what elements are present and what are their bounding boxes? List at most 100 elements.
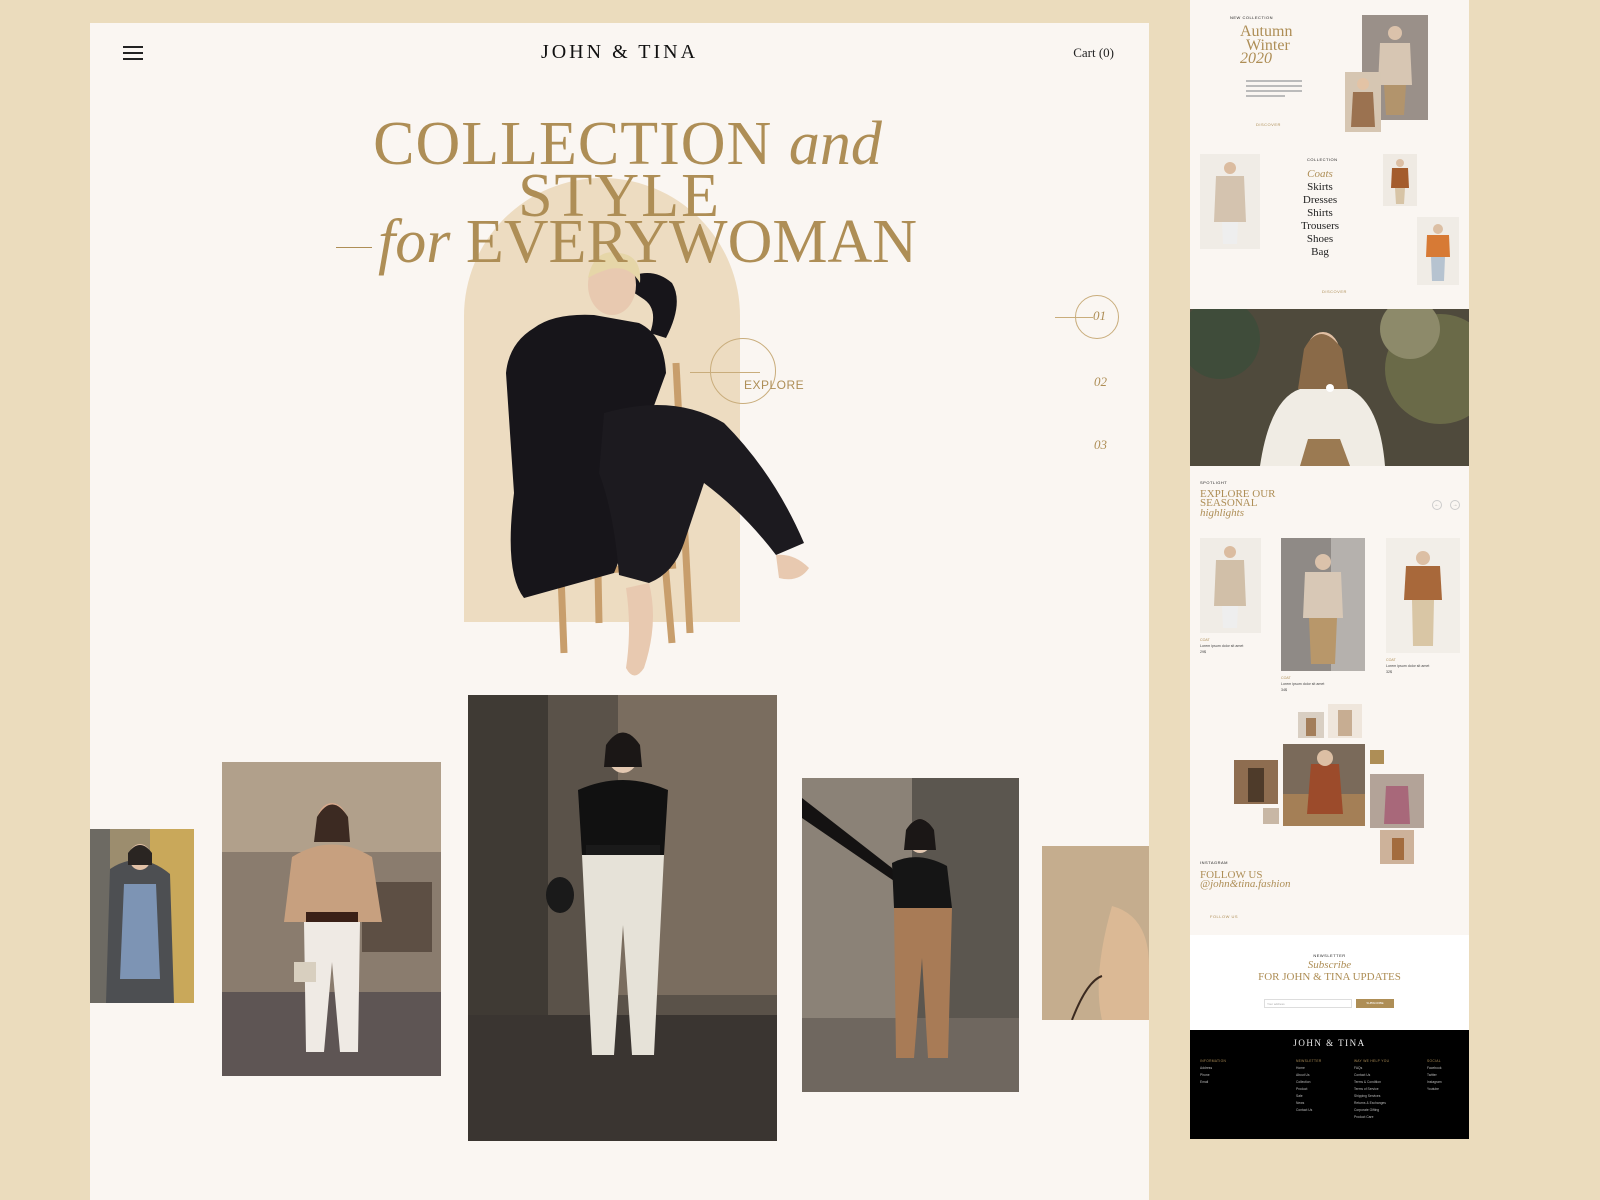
product-price: 32$: [1386, 670, 1392, 674]
prev-arrow-icon[interactable]: ←: [1432, 500, 1442, 510]
title-dash-decoration: [335, 247, 372, 249]
facebook-link[interactable]: Facebook: [1427, 1065, 1442, 1072]
cart-link[interactable]: Cart (0): [1073, 45, 1114, 61]
footer-link[interactable]: Returns & Exchanges: [1354, 1100, 1389, 1107]
spotlight-title: EXPLORE OUR SEASONAL highlights: [1200, 488, 1275, 519]
footer-heading: NEWSLETTER: [1296, 1059, 1322, 1063]
footer-logo[interactable]: JOHN & TINA: [1190, 1038, 1469, 1048]
instagram-tile[interactable]: [1234, 760, 1278, 804]
autumn-winter-title: Autumn Winter 2020: [1240, 24, 1292, 68]
preview-photo-orange-puffer: [1417, 217, 1459, 285]
hero-title-everywoman: EVERYWOMAN: [465, 208, 918, 276]
footer-item: Phone: [1200, 1073, 1210, 1077]
product-name: Lorem ipsum dolor sit amet: [1200, 644, 1244, 648]
next-arrow-icon[interactable]: →: [1450, 500, 1460, 510]
footer-col-social: SOCIAL Facebook Twitter Instagram Youtub…: [1427, 1058, 1442, 1093]
newsletter-section: NEWSLETTER Subscribe FOR JOHN & TINA UPD…: [1190, 935, 1469, 1030]
play-icon[interactable]: [1326, 384, 1334, 392]
spotlight-product-3[interactable]: COAT Lorem ipsum dolor sit amet 32$: [1386, 657, 1429, 675]
newsletter-email-input[interactable]: Your address: [1264, 999, 1352, 1008]
slide-number: 01: [1093, 308, 1106, 323]
instagram-tile[interactable]: [1263, 808, 1279, 824]
slide-number: 03: [1094, 437, 1107, 452]
spotlight-product-2-image[interactable]: [1281, 538, 1365, 671]
category-coats[interactable]: Coats: [1270, 168, 1370, 181]
explore-button[interactable]: EXPLORE: [690, 338, 830, 418]
spotlight-product-2[interactable]: COAT Lorem ipsum dolor sit amet 34$: [1281, 675, 1324, 693]
gallery-photo-black-top-white-pants[interactable]: [468, 695, 777, 1141]
follow-us-link[interactable]: FOLLOW US: [1210, 914, 1238, 919]
slide-nav-3[interactable]: 03: [1039, 436, 1119, 454]
new-collection-tag: NEW COLLECTION: [1230, 15, 1274, 20]
footer-link[interactable]: Product: [1296, 1086, 1322, 1093]
footer-link[interactable]: Sale: [1296, 1093, 1322, 1100]
gallery-photo-denim-dress[interactable]: [90, 829, 194, 1003]
footer-link[interactable]: Contact Us: [1296, 1107, 1322, 1114]
preview-photo-coat-boots: [1200, 154, 1260, 249]
spotlight-product-1[interactable]: COAT Lorem ipsum dolor sit amet 29$: [1200, 637, 1243, 655]
footer-link[interactable]: Product Care: [1354, 1114, 1389, 1121]
main-page: JOHN & TINA Cart (0) COLLECTION and STYL…: [90, 23, 1149, 1200]
spotlight-product-1-image[interactable]: [1200, 538, 1261, 633]
gallery-photo-camel-sweater[interactable]: [222, 762, 441, 1076]
footer-link[interactable]: Home: [1296, 1065, 1322, 1072]
discover-link[interactable]: DISCOVER: [1256, 122, 1281, 127]
category-bag[interactable]: Bag: [1270, 246, 1370, 259]
hero-title-line3: for EVERYWOMAN: [90, 211, 1149, 273]
footer-link[interactable]: News: [1296, 1100, 1322, 1107]
instagram-tile[interactable]: [1283, 744, 1365, 826]
product-name: Lorem ipsum dolor sit amet: [1386, 664, 1430, 668]
subscribe-button[interactable]: SUBSCRIBE: [1356, 999, 1394, 1008]
category-shirts[interactable]: Shirts: [1270, 207, 1370, 220]
gallery-photo-brown-trousers[interactable]: [802, 778, 1019, 1092]
footer-link[interactable]: Contact Us: [1354, 1072, 1389, 1079]
product-price: 34$: [1281, 688, 1287, 692]
collection-tag: COLLECTION: [1307, 157, 1338, 162]
explore-circle-icon: [710, 338, 776, 404]
preview-photo-brown-jacket: [1383, 154, 1417, 206]
footer-link[interactable]: Terms of Service: [1354, 1086, 1389, 1093]
gallery-photo-camel-coat-closeup[interactable]: [1042, 846, 1149, 1020]
instagram-handle[interactable]: @john&tina.fashion: [1200, 879, 1291, 890]
follow-us-title: FOLLOW US @john&tina.fashion: [1200, 869, 1291, 890]
site-logo[interactable]: JOHN & TINA: [90, 41, 1149, 64]
instagram-tile[interactable]: [1370, 774, 1424, 828]
collection-discover-link[interactable]: DISCOVER: [1322, 289, 1347, 294]
category-trousers[interactable]: Trousers: [1270, 220, 1370, 233]
spotlight-title-italic: highlights: [1200, 506, 1245, 519]
slide-nav-1[interactable]: 01: [1039, 295, 1119, 339]
youtube-link[interactable]: Youtube: [1427, 1086, 1442, 1093]
slide-nav-2[interactable]: 02: [1039, 373, 1119, 391]
spotlight-product-3-image[interactable]: [1386, 538, 1460, 653]
footer-link[interactable]: About Us: [1296, 1072, 1322, 1079]
product-price: 29$: [1200, 650, 1206, 654]
spotlight-tag: SPOTLIGHT: [1200, 480, 1228, 485]
footer-link[interactable]: Terms & Condition: [1354, 1079, 1389, 1086]
instagram-link[interactable]: Instagram: [1427, 1079, 1442, 1086]
instagram-icon[interactable]: [1370, 750, 1384, 764]
footer-link[interactable]: Collection: [1296, 1079, 1322, 1086]
video-banner[interactable]: [1190, 309, 1469, 466]
footer-link[interactable]: Shipping Services: [1354, 1093, 1389, 1100]
footer-col-help: WAY WE HELP YOU FAQs Contact Us Terms & …: [1354, 1058, 1389, 1121]
instagram-tile[interactable]: [1298, 712, 1324, 738]
instagram-tile[interactable]: [1380, 830, 1414, 864]
instagram-tile[interactable]: [1328, 704, 1362, 738]
footer-heading: WAY WE HELP YOU: [1354, 1059, 1390, 1063]
explore-line-decoration: [690, 372, 760, 373]
category-skirts[interactable]: Skirts: [1270, 181, 1370, 194]
category-dresses[interactable]: Dresses: [1270, 194, 1370, 207]
new-collection-copy-placeholder: [1246, 80, 1302, 97]
category-shoes[interactable]: Shoes: [1270, 233, 1370, 246]
category-list: Coats Skirts Dresses Shirts Trousers Sho…: [1270, 168, 1370, 259]
footer-col-information: INFORMATION Address Phone Email: [1200, 1058, 1226, 1086]
explore-label: EXPLORE: [744, 378, 805, 392]
subscribe-title: Subscribe: [1307, 959, 1352, 971]
twitter-link[interactable]: Twitter: [1427, 1072, 1442, 1079]
year-line: 2020: [1240, 50, 1272, 68]
slide-number: 02: [1094, 374, 1107, 389]
footer-item: Address: [1200, 1066, 1213, 1070]
footer-link[interactable]: Corporate Gifting: [1354, 1107, 1389, 1114]
footer-link[interactable]: FAQs: [1354, 1065, 1389, 1072]
hero-model-image: [506, 252, 809, 676]
